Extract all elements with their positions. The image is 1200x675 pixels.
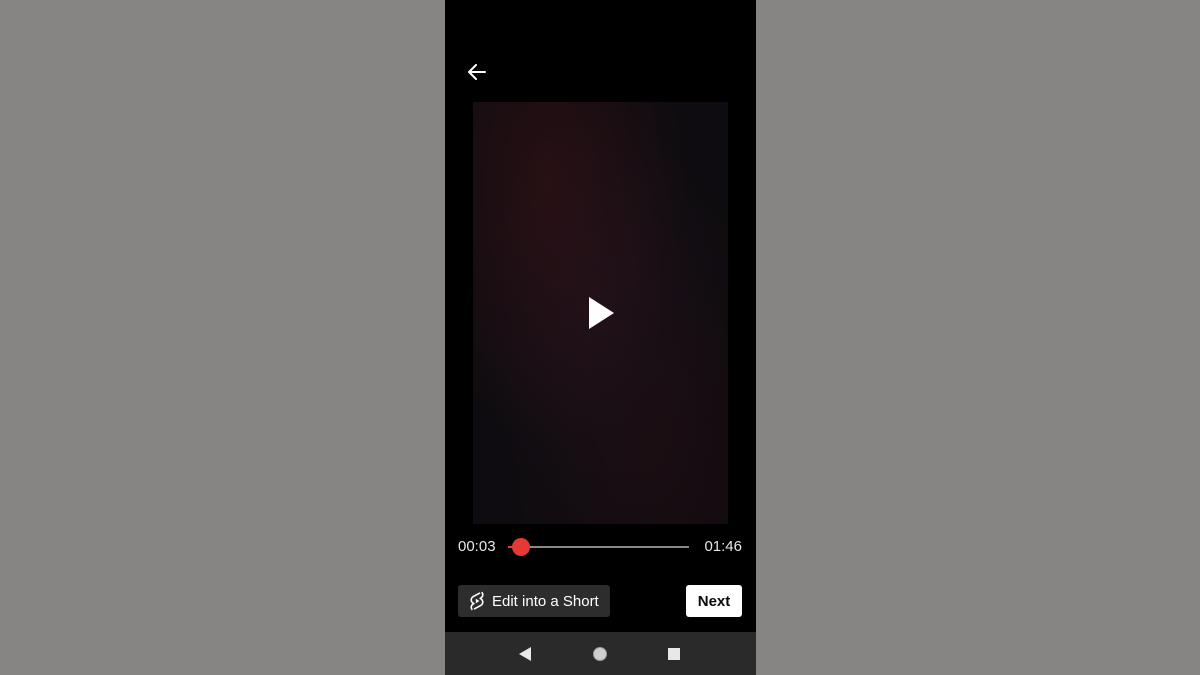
screen-background: 00:03 01:46 Edit into a Short Next [0, 0, 1200, 675]
play-button[interactable] [581, 293, 621, 333]
scrubber-handle[interactable] [512, 538, 530, 556]
phone-screen: 00:03 01:46 Edit into a Short Next [445, 0, 756, 675]
system-recent-apps-button[interactable] [664, 644, 684, 664]
video-preview[interactable] [473, 102, 728, 524]
arrow-left-icon [468, 64, 486, 80]
shorts-logo-icon [470, 591, 484, 611]
system-navigation-bar [445, 632, 756, 675]
scrubber-track [508, 546, 689, 548]
edit-into-short-label: Edit into a Short [492, 592, 599, 610]
system-back-button[interactable] [515, 644, 535, 664]
system-home-button[interactable] [590, 644, 610, 664]
circle-home-icon [593, 647, 607, 661]
back-button[interactable] [465, 60, 489, 84]
play-icon [588, 297, 614, 329]
square-recent-icon [668, 648, 680, 660]
total-time: 01:46 [704, 538, 742, 555]
current-time: 00:03 [458, 538, 496, 555]
edit-into-short-button[interactable]: Edit into a Short [458, 585, 610, 617]
video-scrubber[interactable] [508, 537, 689, 557]
next-button[interactable]: Next [686, 585, 742, 617]
triangle-back-icon [519, 647, 531, 661]
